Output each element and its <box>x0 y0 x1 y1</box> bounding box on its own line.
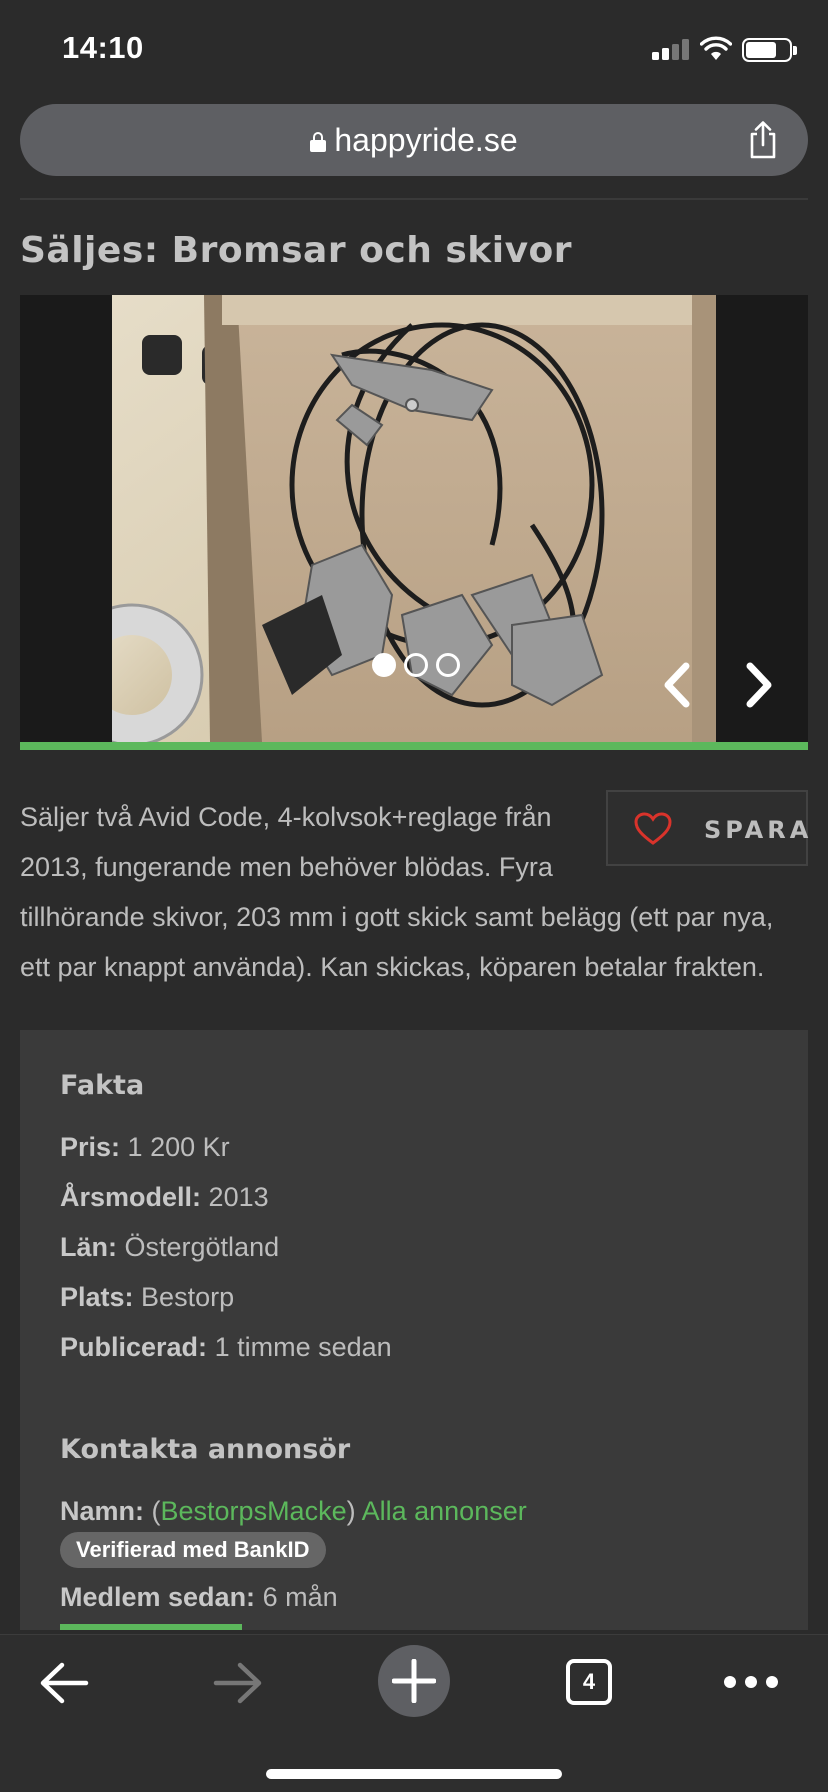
image-gallery[interactable] <box>20 295 808 742</box>
url-text: happyride.se <box>334 122 518 158</box>
tabs-button[interactable]: 4 <box>566 1659 612 1705</box>
battery-icon <box>742 38 797 62</box>
home-indicator[interactable] <box>266 1769 562 1779</box>
gallery-dot[interactable] <box>436 653 460 677</box>
bankid-verified-badge: Verifierad med BankID <box>60 1532 326 1568</box>
plus-icon <box>392 1659 436 1703</box>
divider <box>20 198 808 200</box>
heart-icon <box>634 812 672 845</box>
accent-bar <box>60 1624 242 1630</box>
chevron-left-icon[interactable] <box>658 660 698 710</box>
status-time: 14:10 <box>62 30 144 65</box>
facts-panel: Fakta Pris: 1 200 Kr Årsmodell: 2013 Län… <box>20 1030 808 1630</box>
fact-published: Publicerad: 1 timme sedan <box>60 1332 392 1362</box>
fact-price: Pris: 1 200 Kr <box>60 1132 230 1162</box>
gallery-dot[interactable] <box>372 653 396 677</box>
lock-icon <box>310 132 327 152</box>
page-title: Säljes: Bromsar och skivor <box>20 230 573 271</box>
member-since-row: Medlem sedan: 6 mån <box>60 1582 338 1612</box>
gallery-pagination <box>372 653 460 677</box>
address-bar[interactable]: happyride.se <box>20 104 808 176</box>
status-bar: 14:10 <box>0 0 828 100</box>
browser-toolbar: 4 <box>0 1634 828 1792</box>
more-options-icon[interactable] <box>724 1676 778 1688</box>
share-icon[interactable] <box>746 120 780 160</box>
gallery-accent-bar <box>20 742 808 750</box>
facts-heading: Fakta <box>60 1070 145 1101</box>
seller-username-link[interactable]: BestorpsMacke <box>161 1496 347 1526</box>
fact-model-year: Årsmodell: 2013 <box>60 1182 269 1212</box>
new-tab-button[interactable] <box>378 1645 450 1717</box>
chevron-right-icon[interactable] <box>738 660 778 710</box>
back-arrow-icon[interactable] <box>38 1661 90 1705</box>
save-label: SPARA <box>704 816 813 844</box>
all-ads-link[interactable]: Alla annonser <box>362 1496 527 1526</box>
forward-arrow-icon[interactable] <box>212 1661 264 1705</box>
save-button[interactable]: SPARA <box>606 790 808 866</box>
fact-county: Län: Östergötland <box>60 1232 280 1262</box>
cellular-signal-icon <box>652 38 692 60</box>
gallery-dot[interactable] <box>404 653 428 677</box>
wifi-icon <box>700 36 732 60</box>
contact-name-row: Namn: (BestorpsMacke) Alla annonser <box>60 1496 527 1526</box>
contact-heading: Kontakta annonsör <box>60 1434 351 1465</box>
fact-location: Plats: Bestorp <box>60 1282 235 1312</box>
